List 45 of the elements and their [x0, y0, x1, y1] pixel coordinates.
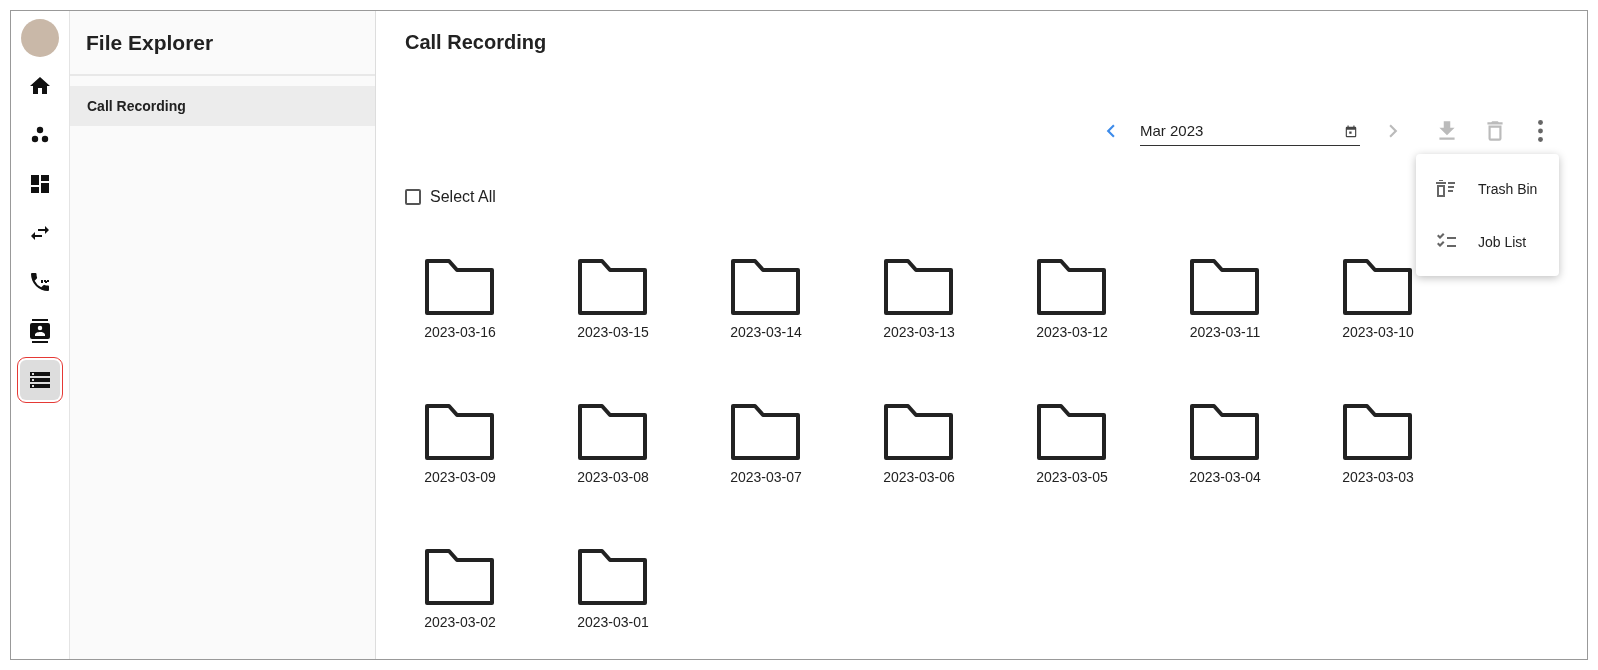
folder-icon[interactable] — [577, 258, 649, 316]
menu-item[interactable]: Trash Bin — [1416, 162, 1559, 215]
folder-name: 2023-03-12 — [1036, 324, 1108, 340]
menu-item[interactable]: Job List — [1416, 215, 1559, 268]
folder-name: 2023-03-14 — [730, 324, 802, 340]
more-vertical-icon — [1538, 120, 1543, 142]
folder-name: 2023-03-09 — [424, 469, 496, 485]
folder-name: 2023-03-11 — [1189, 324, 1261, 340]
page-title: Call Recording — [405, 31, 548, 55]
folder-name: 2023-03-10 — [1342, 324, 1414, 340]
folder-name: 2023-03-01 — [577, 614, 649, 630]
calendar-icon[interactable] — [1344, 125, 1358, 139]
folder-name: 2023-03-02 — [424, 614, 496, 630]
folder-icon[interactable] — [1036, 403, 1108, 461]
folder-icon[interactable] — [883, 403, 955, 461]
select-all-label: Select All — [430, 188, 496, 206]
folder-name: 2023-03-15 — [577, 324, 649, 340]
folder-name: 2023-03-06 — [883, 469, 955, 485]
folder-icon[interactable] — [883, 258, 955, 316]
folder-name: 2023-03-13 — [883, 324, 955, 340]
folder-icon[interactable] — [1342, 403, 1414, 461]
folder-icon[interactable] — [577, 403, 649, 461]
folder-name: 2023-03-03 — [1342, 469, 1414, 485]
folder-icon[interactable] — [1036, 258, 1108, 316]
folder-icon[interactable] — [730, 258, 802, 316]
sidebar-item[interactable]: Call Recording — [70, 86, 375, 126]
folder-name: 2023-03-05 — [1036, 469, 1108, 485]
folder-icon[interactable] — [577, 548, 649, 606]
phone-icon — [28, 270, 52, 294]
select-all-checkbox[interactable] — [405, 189, 421, 205]
contact-card-icon — [28, 319, 52, 343]
folder-icon[interactable] — [1342, 258, 1414, 316]
folder-icon[interactable] — [424, 258, 496, 316]
folder-icon[interactable] — [424, 548, 496, 606]
folder-name: 2023-03-08 — [577, 469, 649, 485]
nav-button[interactable] — [20, 360, 60, 400]
folder-icon[interactable] — [1189, 258, 1261, 316]
folder-icon[interactable] — [424, 403, 496, 461]
folder-icon[interactable] — [1189, 403, 1261, 461]
folder-name: 2023-03-16 — [424, 324, 496, 340]
dashboard-icon — [28, 172, 52, 196]
folder-name: 2023-03-04 — [1189, 469, 1261, 485]
folder-icon[interactable] — [730, 403, 802, 461]
sidebar-title: File Explorer — [70, 11, 375, 76]
folder-name: 2023-03-07 — [730, 469, 802, 485]
